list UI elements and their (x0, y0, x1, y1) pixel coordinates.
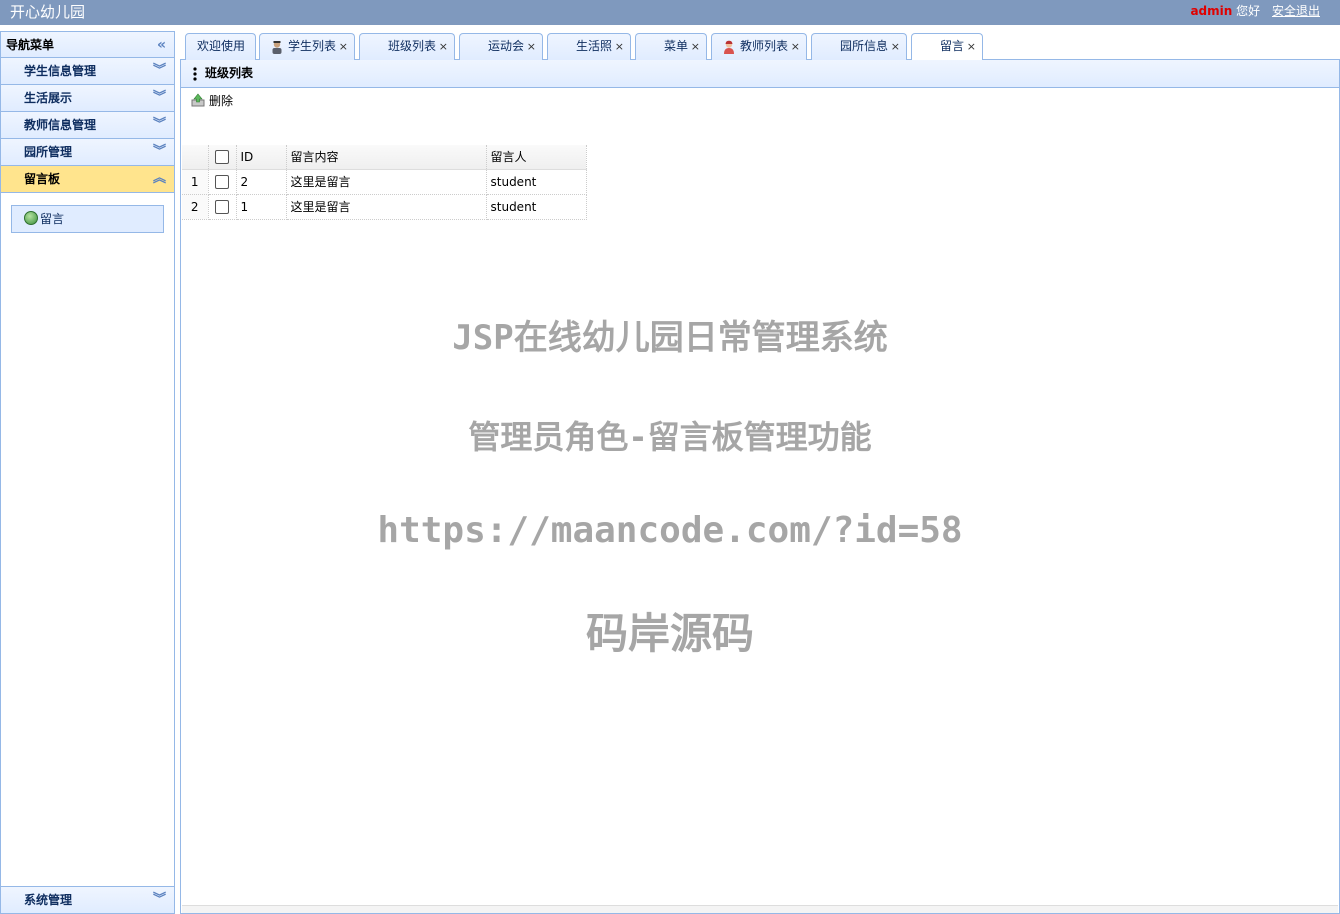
nav-section-label: 学生信息管理 (24, 64, 97, 78)
nav-item-label: 留言 (40, 212, 65, 226)
nav-section-message-board[interactable]: 留言板 ︽ (1, 166, 174, 193)
nav-panel: 导航菜单 « 学生信息管理 ︾ 生活展示 ︾ 教师信息管理 ︾ 园所管理 ︾ 留… (0, 31, 175, 914)
column-header-id[interactable]: ID (236, 145, 287, 170)
row-checkbox[interactable] (215, 174, 229, 189)
tab-message[interactable]: 留言 × (911, 33, 983, 61)
tab-label: 园所信息 (839, 39, 888, 53)
table-row[interactable]: 1 2 这里是留言 student (182, 169, 587, 195)
column-header-content[interactable]: 留言内容 (286, 145, 487, 170)
expand-icon[interactable]: ︾ (153, 139, 166, 165)
nav-section-student-info[interactable]: 学生信息管理 ︾ (1, 58, 174, 85)
tab-menu[interactable]: 菜单 × (635, 33, 707, 60)
nav-header: 导航菜单 « (1, 32, 174, 58)
row-select-cell (208, 169, 237, 195)
select-all-checkbox[interactable] (215, 149, 229, 164)
panel-title-label: 班级列表 (205, 66, 254, 80)
row-number: 2 (182, 194, 209, 220)
content-panel: 班级列表 删除 ID 留言内容 留言人 1 2 这里是留言 student 2 … (180, 60, 1340, 914)
tab-bar: 欢迎使用 学生列表 × 班级列表 × 运动会 × 生活照 × 菜单 × 教师列表… (180, 31, 1340, 61)
select-all-cell (208, 145, 237, 170)
nav-section-label: 留言板 (24, 172, 61, 186)
tab-student-list[interactable]: 学生列表 × (259, 33, 355, 60)
tab-label: 教师列表 (739, 39, 788, 53)
cell-author: student (486, 169, 587, 195)
close-icon[interactable]: × (439, 34, 448, 59)
tab-label: 学生列表 (287, 39, 336, 53)
cell-id: 2 (236, 169, 287, 195)
nav-section-campus[interactable]: 园所管理 ︾ (1, 139, 174, 166)
nav-section-label: 系统管理 (24, 893, 73, 907)
top-header: 开心幼儿园 admin 您好 安全退出 (0, 0, 1340, 25)
close-icon[interactable]: × (967, 34, 976, 59)
tab-label: 留言 (939, 39, 964, 53)
tab-class-list[interactable]: 班级列表 × (359, 33, 455, 60)
expand-icon[interactable]: ︾ (153, 112, 166, 138)
delete-label: 删除 (209, 94, 234, 108)
panel-title: 班级列表 (181, 60, 1339, 88)
tab-label: 欢迎使用 (196, 39, 245, 53)
globe-icon (24, 211, 38, 225)
pagination-bar (182, 905, 1338, 913)
tab-life-photos[interactable]: 生活照 × (547, 33, 631, 60)
nav-section-life-display[interactable]: 生活展示 ︾ (1, 85, 174, 112)
close-icon[interactable]: × (527, 34, 536, 59)
close-icon[interactable]: × (691, 34, 700, 59)
username: admin (1190, 4, 1233, 18)
grid-header-row: ID 留言内容 留言人 (182, 145, 587, 170)
cell-content: 这里是留言 (286, 194, 487, 220)
main-area: 欢迎使用 学生列表 × 班级列表 × 运动会 × 生活照 × 菜单 × 教师列表… (180, 31, 1340, 914)
expand-icon[interactable]: ︾ (153, 58, 166, 84)
row-number: 1 (182, 169, 209, 195)
tab-sports-meet[interactable]: 运动会 × (459, 33, 543, 60)
grid-toolbar: 删除 (181, 88, 1339, 114)
nav-section-label: 生活展示 (24, 91, 73, 105)
tab-teacher-list[interactable]: 教师列表 × (711, 33, 807, 60)
nav-header-label: 导航菜单 (6, 38, 55, 52)
collapse-left-icon[interactable]: « (157, 32, 166, 58)
close-icon[interactable]: × (339, 34, 348, 59)
table-row[interactable]: 2 1 这里是留言 student (182, 194, 587, 220)
tab-label: 运动会 (487, 39, 524, 53)
tab-label: 班级列表 (387, 39, 436, 53)
message-grid: ID 留言内容 留言人 1 2 这里是留言 student 2 1 这里是留言 … (182, 145, 587, 220)
rownum-header (182, 145, 209, 170)
watermark-line-3: https://maancode.com/?id=58 (377, 510, 963, 551)
row-checkbox[interactable] (215, 199, 229, 214)
cell-author: student (486, 194, 587, 220)
app-title: 开心幼儿园 (10, 3, 86, 21)
nav-item-message[interactable]: 留言 (11, 205, 164, 233)
tab-welcome[interactable]: 欢迎使用 (185, 33, 256, 60)
watermark-line-2: 管理员角色-留言板管理功能 (468, 418, 872, 456)
user-area: admin 您好 安全退出 (1190, 4, 1320, 18)
close-icon[interactable]: × (791, 34, 800, 59)
nav-section-teacher-info[interactable]: 教师信息管理 ︾ (1, 112, 174, 139)
column-header-author[interactable]: 留言人 (486, 145, 587, 170)
logout-link[interactable]: 安全退出 (1272, 4, 1320, 18)
watermark-line-1: JSP在线幼儿园日常管理系统 (452, 318, 888, 358)
tab-label: 生活照 (575, 39, 612, 53)
cell-content: 这里是留言 (286, 169, 487, 195)
delete-icon (191, 93, 205, 107)
delete-button[interactable]: 删除 (191, 88, 233, 114)
collapse-icon[interactable]: ︽ (153, 166, 166, 192)
vertical-dots-icon (193, 67, 197, 81)
watermark-line-4: 码岸源码 (585, 609, 754, 658)
nav-section-body: 留言 (1, 193, 174, 245)
close-icon[interactable]: × (615, 34, 624, 59)
nav-section-label: 园所管理 (24, 145, 73, 159)
tab-label: 菜单 (663, 39, 688, 53)
expand-icon[interactable]: ︾ (153, 887, 166, 913)
nav-section-system[interactable]: 系统管理 ︾ (1, 886, 174, 913)
row-select-cell (208, 194, 237, 220)
student-avatar-icon (272, 41, 282, 54)
expand-icon[interactable]: ︾ (153, 85, 166, 111)
teacher-avatar-icon (724, 40, 734, 54)
close-icon[interactable]: × (891, 34, 900, 59)
cell-id: 1 (236, 194, 287, 220)
greeting: 您好 (1236, 4, 1261, 18)
tab-campus-info[interactable]: 园所信息 × (811, 33, 907, 60)
nav-section-label: 教师信息管理 (24, 118, 97, 132)
